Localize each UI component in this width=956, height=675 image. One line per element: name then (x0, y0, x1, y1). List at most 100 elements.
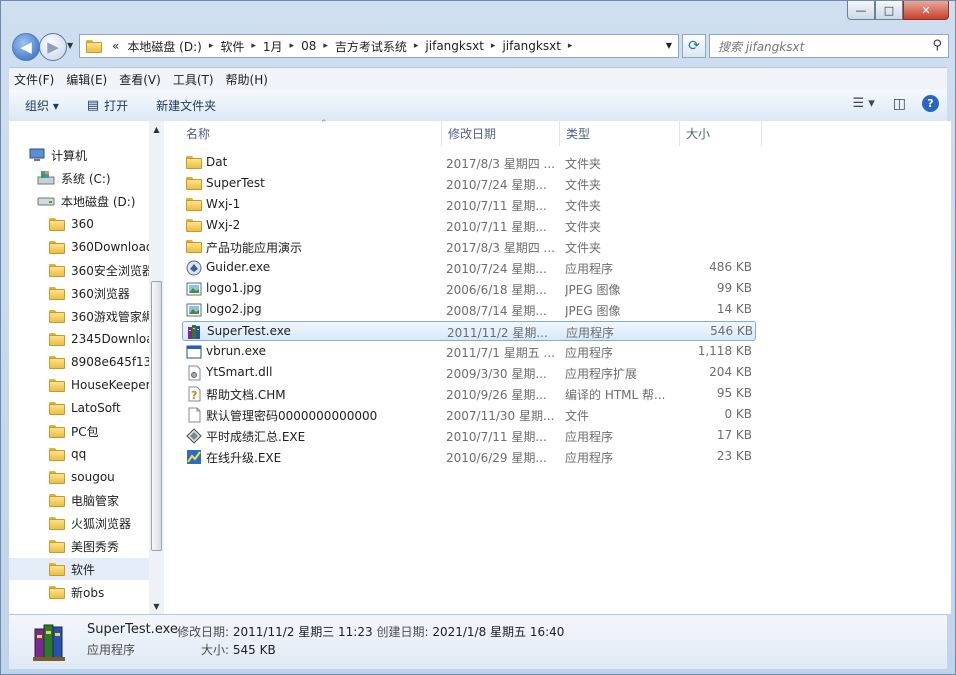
breadcrumb-text[interactable]: 软件 (216, 38, 248, 55)
breadcrumb-text[interactable]: 1月 (259, 38, 287, 55)
sidebar-item-folder[interactable]: 软件 (9, 558, 149, 580)
search-box[interactable]: ⚲ (709, 34, 949, 58)
sidebar-item-folder[interactable]: 360 (9, 213, 149, 235)
menu-item[interactable]: 工具(T) (168, 71, 219, 88)
back-button[interactable]: ◀ (12, 33, 40, 61)
sidebar-item-folder[interactable]: 360安全浏览器 (9, 259, 154, 281)
history-dropdown-icon[interactable]: ▼ (67, 41, 73, 50)
breadcrumb-item[interactable]: jifangksxt ▸ (421, 39, 498, 53)
close-button[interactable]: ✕ (903, 1, 949, 20)
file-row[interactable]: Wxj-2 2010/7/11 星期... 文件夹 (182, 216, 756, 236)
file-date: 2011/7/1 星期五 ... (446, 346, 555, 360)
file-size: 1,118 KB (697, 344, 752, 358)
navigation-scrollbar[interactable]: ▲ ▼ (149, 121, 164, 614)
breadcrumb-item[interactable]: 软件 ▸ (216, 38, 259, 55)
breadcrumb-text[interactable]: jifangksxt (498, 39, 564, 53)
file-row[interactable]: 产品功能应用演示 2017/8/3 星期四 ... 文件夹 (182, 237, 756, 257)
search-icon[interactable]: ⚲ (932, 38, 942, 53)
column-header-name[interactable]: 名称 ⌃ (180, 119, 442, 146)
scroll-up-icon[interactable]: ▲ (149, 121, 164, 137)
search-input[interactable] (716, 36, 920, 58)
sidebar-item-folder[interactable]: 360Download (9, 236, 154, 258)
file-row[interactable]: logo2.jpg 2008/7/14 星期... JPEG 图像 14 KB (182, 300, 756, 320)
breadcrumb-item[interactable]: 本地磁盘 (D:) ▸ (123, 38, 216, 55)
breadcrumb-text[interactable]: jifangksxt (421, 39, 487, 53)
sidebar-item-folder[interactable]: 360浏览器 (9, 282, 149, 304)
breadcrumb-text[interactable]: 吉方考试系统 (331, 38, 411, 55)
folder-icon (186, 218, 202, 234)
scroll-down-icon[interactable]: ▼ (149, 598, 164, 614)
folder-icon (186, 239, 202, 255)
file-row[interactable]: Wxj-1 2010/7/11 星期... 文件夹 (182, 195, 756, 215)
sidebar-item-computer[interactable]: 计算机 (9, 144, 149, 166)
menu-item[interactable]: 帮助(H) (221, 71, 273, 88)
chevron-right-icon[interactable]: ▸ (565, 41, 576, 51)
menu-item[interactable]: 文件(F) (9, 71, 59, 88)
address-bar[interactable]: « 本地磁盘 (D:) ▸ 软件 ▸ 1月 ▸ 08 ▸ 吉方考试系统 ▸ jifangksxt ▸ j… (79, 34, 679, 58)
sidebar-item-folder[interactable]: sougou (9, 466, 149, 488)
address-dropdown-icon[interactable]: ▼ (666, 41, 672, 50)
menu-item[interactable]: 查看(V) (114, 71, 166, 88)
preview-pane-icon[interactable]: ◫ (893, 96, 906, 112)
breadcrumb-item[interactable]: 吉方考试系统 ▸ (331, 38, 422, 55)
file-row[interactable]: 平时成绩汇总.EXE 2010/7/11 星期... 应用程序 17 KB (182, 426, 756, 446)
file-row[interactable]: SuperTest 2010/7/24 星期... 文件夹 (182, 174, 756, 194)
scrollbar-thumb[interactable] (151, 281, 162, 551)
new-folder-button[interactable]: 新建文件夹 (148, 97, 224, 114)
column-header-type[interactable]: 类型 (560, 121, 680, 146)
column-header-date[interactable]: 修改日期 (442, 121, 560, 146)
breadcrumb-text[interactable]: 08 (297, 39, 320, 53)
folder-icon (49, 470, 65, 484)
file-row[interactable]: vbrun.exe 2011/7/1 星期五 ... 应用程序 1,118 KB (182, 342, 756, 362)
file-row[interactable]: 默认管理密码0000000000000 2007/11/30 星期... 文件 0 K… (182, 405, 756, 425)
organize-button[interactable]: 组织 ▾ (17, 97, 67, 114)
sidebar-item-folder[interactable]: 火狐浏览器 (9, 512, 149, 534)
open-button[interactable]: ▤ 打开 (79, 97, 136, 114)
sidebar-item-folder[interactable]: 新obs (9, 581, 149, 603)
chevron-right-icon[interactable]: ▸ (287, 41, 298, 51)
refresh-button[interactable]: ⟳ (682, 34, 706, 58)
file-row[interactable]: YtSmart.dll 2009/3/30 星期... 应用程序扩展 204 KB (182, 363, 756, 383)
file-row[interactable]: Dat 2017/8/3 星期四 ... 文件夹 (182, 153, 756, 173)
chevron-right-icon[interactable]: ▸ (488, 41, 499, 51)
column-header-size[interactable]: 大小 (680, 121, 762, 146)
sidebar-item-folder-label: PC包 (71, 424, 99, 439)
sidebar-item-folder[interactable]: LatoSoft (9, 397, 149, 419)
chevron-right-icon[interactable]: ▸ (320, 41, 331, 51)
sidebar-item-folder[interactable]: qq (9, 443, 149, 465)
file-row[interactable]: Guider.exe 2010/7/24 星期... 应用程序 486 KB (182, 258, 756, 278)
breadcrumb-item[interactable]: jifangksxt ▸ (498, 39, 575, 53)
folder-icon (49, 424, 65, 438)
file-row[interactable]: SuperTest.exe 2011/11/2 星期... 应用程序 546 KB (182, 321, 756, 341)
forward-button[interactable]: ▶ (39, 33, 67, 61)
file-type: 文件夹 (565, 199, 602, 213)
sidebar-item-folder[interactable]: 美图秀秀 (9, 535, 149, 557)
sidebar-item-folder[interactable]: 8908e645f138 (9, 351, 159, 373)
breadcrumb-item[interactable]: 08 ▸ (297, 39, 331, 53)
chevron-right-icon[interactable]: ▸ (411, 41, 422, 51)
chevron-right-icon[interactable]: ▸ (206, 41, 217, 51)
sidebar-item-folder[interactable]: 电脑管家 (9, 489, 149, 511)
sidebar-item-folder[interactable]: PC包 (9, 420, 149, 442)
help-icon[interactable]: ? (922, 95, 939, 112)
file-date: 2010/7/11 星期... (446, 199, 547, 213)
minimize-button[interactable]: — (847, 1, 875, 20)
file-row[interactable]: 在线升级.EXE 2010/6/29 星期... 应用程序 23 KB (182, 447, 756, 467)
sidebar-item-folder[interactable]: HouseKeeper (9, 374, 151, 396)
sidebar-item-drive-c[interactable]: 系统 (C:) (9, 167, 149, 189)
breadcrumb-overflow[interactable]: « (108, 39, 123, 53)
sidebar-item-folder[interactable]: 2345Downloa (9, 328, 154, 350)
sidebar-item-folder[interactable]: 360游戏管家縟 (9, 305, 154, 327)
view-options-icon[interactable]: ☰ ▾ (852, 96, 874, 111)
maximize-button[interactable]: □ (875, 1, 903, 20)
details-modified-label: 修改日期: (177, 625, 230, 639)
sidebar-item-drive-d[interactable]: 本地磁盘 (D:) (9, 190, 149, 212)
breadcrumb-item[interactable]: 1月 ▸ (259, 38, 297, 55)
sidebar-item-folder-label: 火狐浏览器 (71, 516, 132, 531)
chevron-right-icon[interactable]: ▸ (248, 41, 259, 51)
menu-item[interactable]: 编辑(E) (61, 71, 112, 88)
file-row[interactable]: logo1.jpg 2006/6/18 星期... JPEG 图像 99 KB (182, 279, 756, 299)
breadcrumb-text[interactable]: 本地磁盘 (D:) (123, 38, 205, 55)
folder-icon (186, 155, 202, 171)
file-row[interactable]: ? 帮助文档.CHM 2010/9/26 星期... 编译的 HTML 帮... 95 … (182, 384, 756, 404)
